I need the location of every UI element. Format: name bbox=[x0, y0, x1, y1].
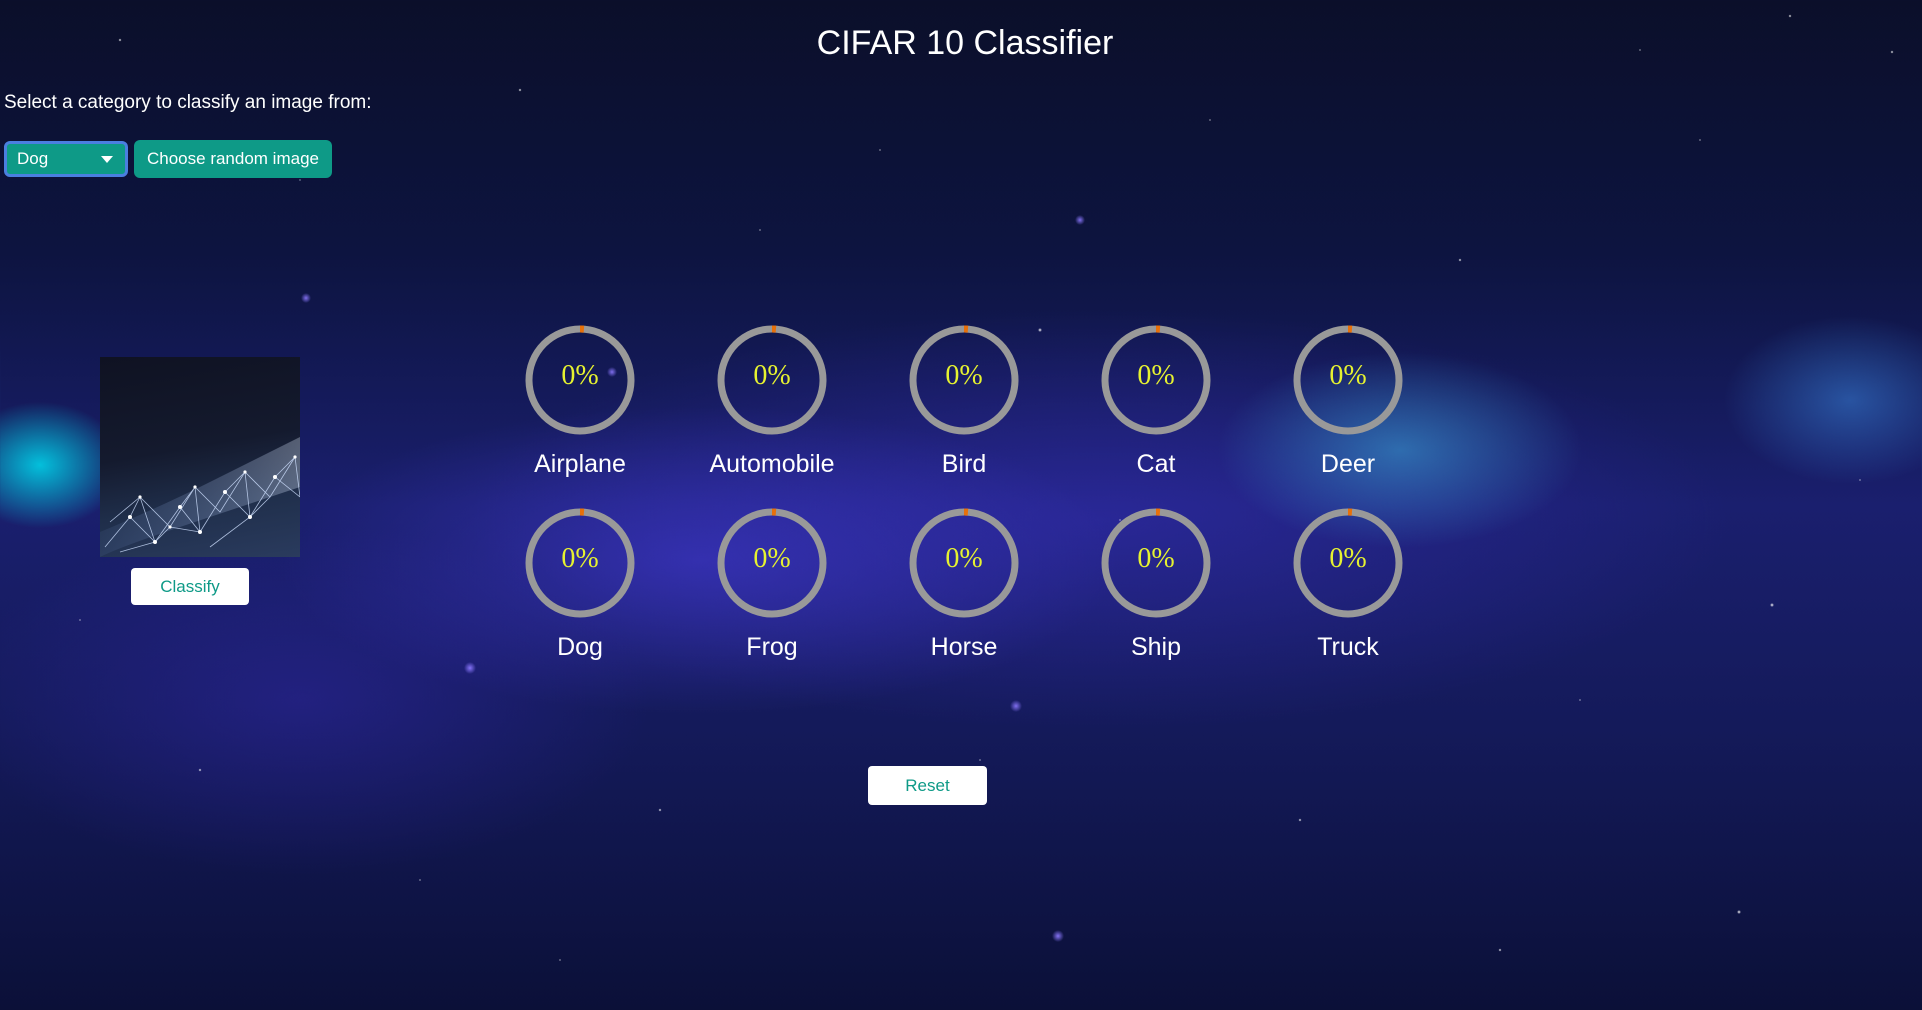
gauge-label: Truck bbox=[1317, 633, 1379, 661]
gauge-ship: 0% Ship bbox=[1056, 505, 1256, 675]
gauge-label: Ship bbox=[1130, 633, 1182, 661]
selected-image bbox=[100, 357, 300, 557]
chevron-down-icon bbox=[101, 155, 113, 163]
gauge-value: 0% bbox=[753, 360, 791, 391]
network-image bbox=[100, 437, 300, 557]
gauge-label: Bird bbox=[941, 450, 987, 478]
gauge-cat: 0% Cat bbox=[1056, 322, 1256, 492]
gauge-label: Horse bbox=[930, 633, 998, 661]
gauge-deer: 0% Deer bbox=[1248, 322, 1448, 492]
gauge-label: Frog bbox=[746, 633, 798, 661]
classify-button[interactable]: Classify bbox=[131, 568, 249, 605]
gauge-value: 0% bbox=[1137, 543, 1175, 574]
gauge-truck: 0% Truck bbox=[1248, 505, 1448, 675]
gauge-value: 0% bbox=[753, 543, 791, 574]
gauge-label: Deer bbox=[1320, 450, 1376, 478]
gauge-value: 0% bbox=[561, 360, 599, 391]
page-title: CIFAR 10 Classifier bbox=[816, 24, 1114, 62]
gauge-value: 0% bbox=[945, 360, 983, 391]
choose-random-image-button[interactable]: Choose random image bbox=[134, 140, 332, 178]
reset-button[interactable]: Reset bbox=[868, 766, 987, 805]
gauge-value: 0% bbox=[1137, 360, 1175, 391]
gauge-label: Airplane bbox=[534, 450, 626, 478]
gauge-frog: 0% Frog bbox=[672, 505, 872, 675]
gauge-value: 0% bbox=[945, 543, 983, 574]
controls-bar: Dog Choose random image bbox=[4, 140, 332, 178]
gauge-label: Cat bbox=[1136, 450, 1176, 478]
category-select[interactable]: Dog bbox=[4, 141, 128, 177]
gauge-value: 0% bbox=[561, 543, 599, 574]
gauge-label: Dog bbox=[557, 633, 603, 661]
gauge-dog: 0% Dog bbox=[480, 505, 680, 675]
category-prompt: Select a category to classify an image f… bbox=[4, 92, 372, 113]
gauge-horse: 0% Horse bbox=[864, 505, 1064, 675]
category-select-value: Dog bbox=[17, 149, 49, 168]
gauge-value: 0% bbox=[1329, 543, 1367, 574]
gauge-label: Automobile bbox=[709, 450, 835, 478]
gauge-value: 0% bbox=[1329, 360, 1367, 391]
gauge-bird: 0% Bird bbox=[864, 322, 1064, 492]
gauge-automobile: 0% Automobile bbox=[672, 322, 872, 492]
gauge-airplane: 0% Airplane bbox=[480, 322, 680, 492]
